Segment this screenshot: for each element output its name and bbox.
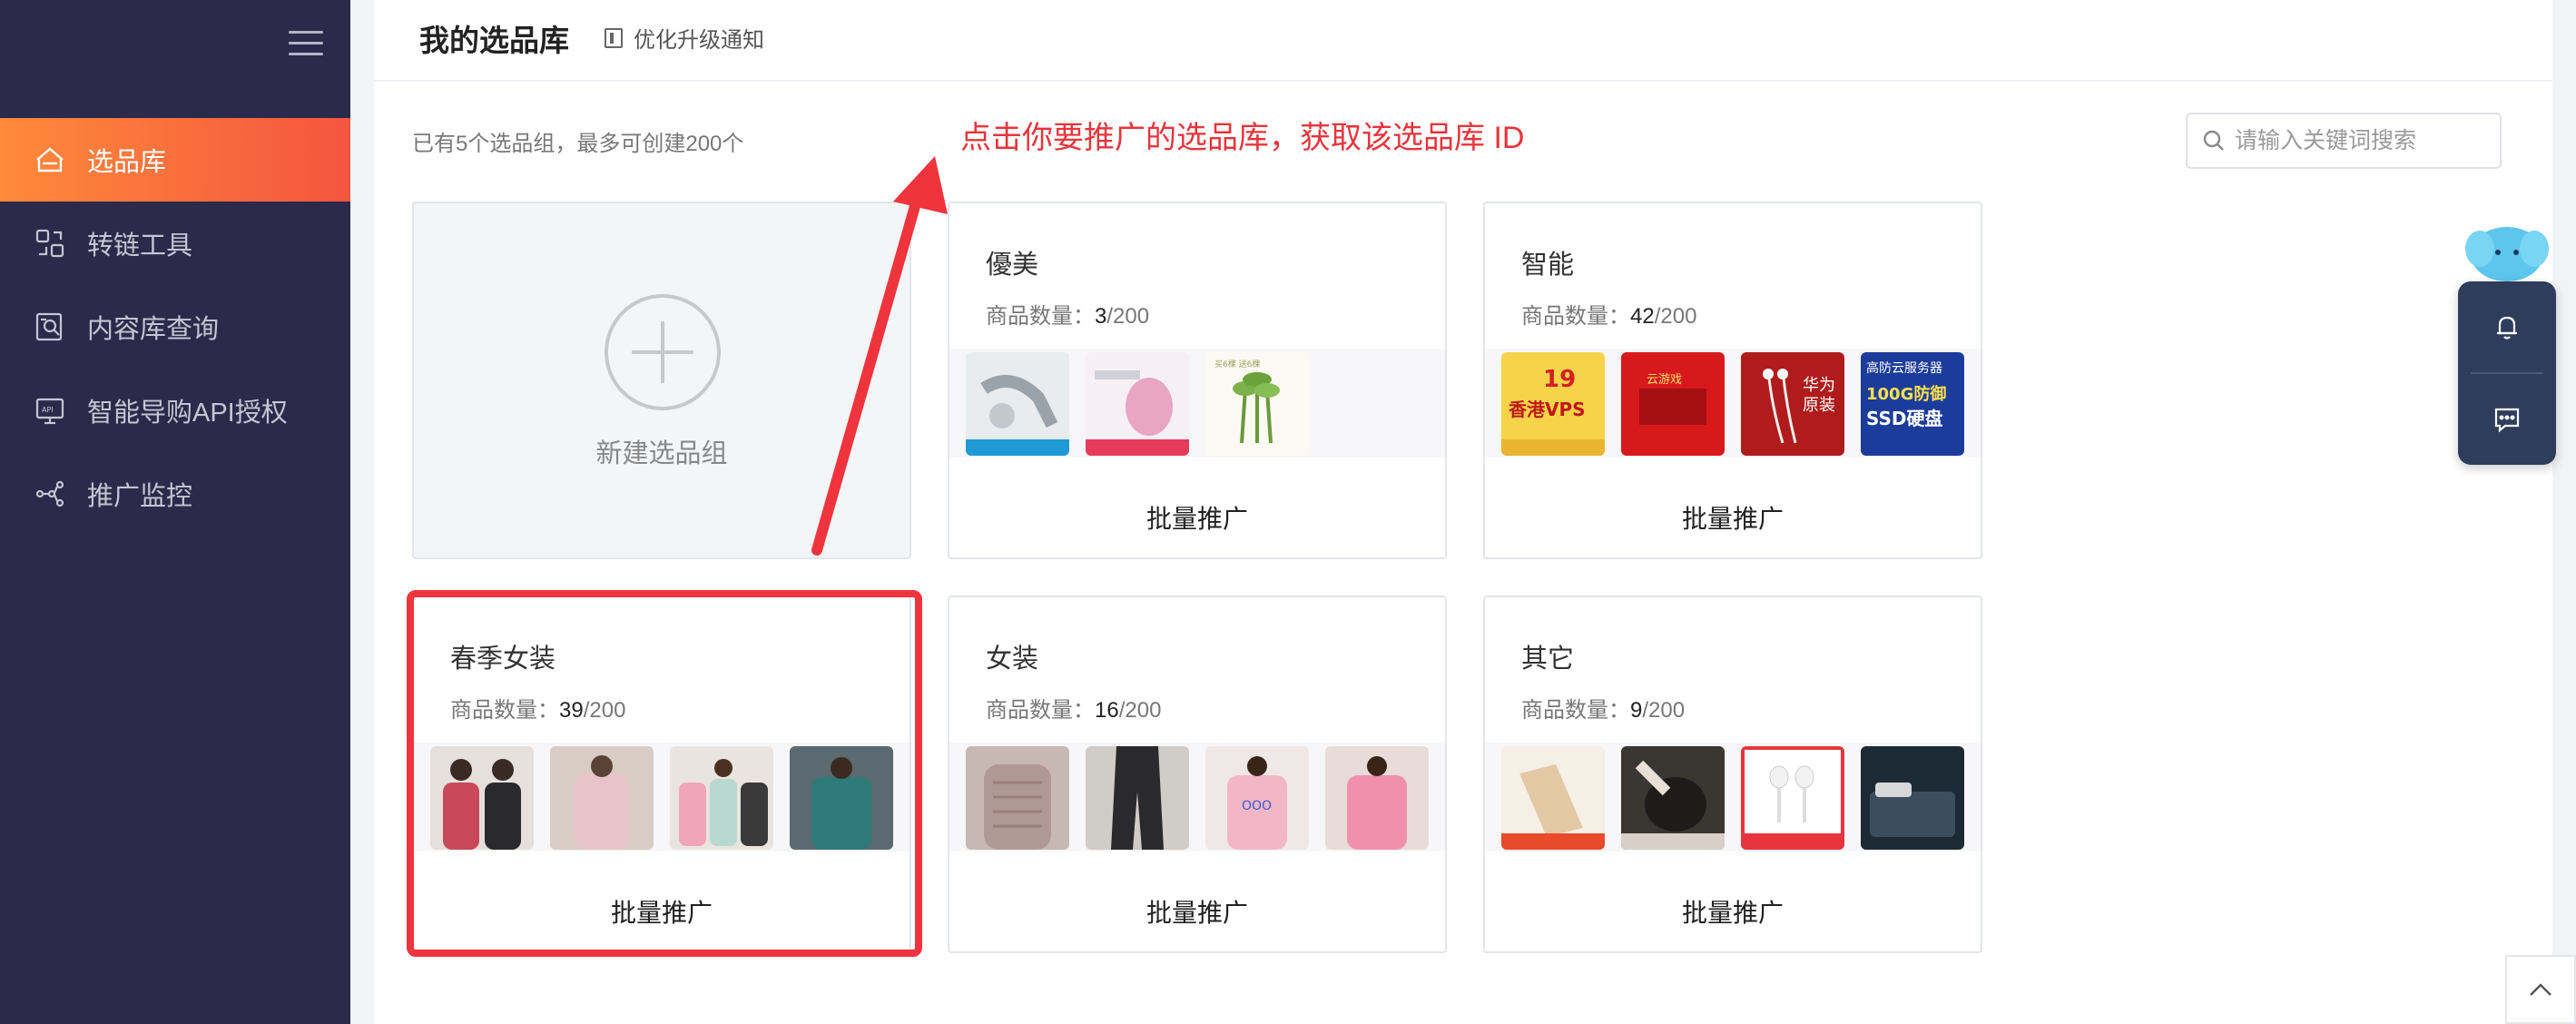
sidebar-item-label: 转链工具: [87, 231, 193, 261]
notification-button[interactable]: [2458, 281, 2556, 372]
sidebar-item-api[interactable]: API 智能导购API授权: [0, 369, 350, 452]
monitor-icon: [33, 477, 67, 511]
group-card-youmei[interactable]: 優美 商品数量：3/200 买6棵 送6棵 批量推广: [948, 202, 1447, 559]
chat-icon: [2494, 408, 2520, 433]
search-input[interactable]: [2235, 127, 2489, 154]
group-count: 商品数量：3/200: [986, 304, 1150, 329]
product-thumbnail[interactable]: [670, 746, 773, 850]
sidebar: 选品库 转链工具 内容库查询 API 智能导购API授权 推广监控: [0, 0, 350, 1024]
product-thumbnail[interactable]: 19 香港VPS: [1501, 352, 1605, 456]
group-name: 女装: [986, 645, 1039, 674]
product-thumbnail[interactable]: [1741, 746, 1844, 850]
sidebar-item-label: 选品库: [87, 148, 167, 177]
svg-text:OOO: OOO: [1242, 799, 1272, 813]
top-bar: 我的选品库 优化升级通知: [374, 0, 2552, 82]
batch-promote-button[interactable]: 批量推广: [414, 893, 909, 930]
svg-text:SSD硬盘: SSD硬盘: [1866, 408, 1943, 429]
svg-text:华为: 华为: [1803, 376, 1835, 395]
annotation-hint: 点击你要推广的选品库，获取该选品库 ID: [960, 121, 1525, 155]
batch-promote-button[interactable]: 批量推广: [949, 893, 1445, 930]
svg-text:云游戏: 云游戏: [1647, 373, 1682, 387]
group-count: 商品数量：39/200: [450, 698, 626, 723]
sidebar-item-label: 推广监控: [87, 482, 193, 511]
sidebar-item-label: 智能导购API授权: [87, 399, 288, 428]
group-name: 智能: [1521, 251, 1575, 280]
product-thumbnail[interactable]: 华为 原装: [1741, 352, 1844, 456]
svg-text:买6棵 送6棵: 买6棵 送6棵: [1214, 359, 1260, 369]
svg-text:API: API: [42, 406, 54, 414]
batch-promote-button[interactable]: 批量推广: [1485, 499, 1981, 536]
search-box[interactable]: [2186, 113, 2502, 169]
product-thumbnail[interactable]: 云游戏: [1621, 352, 1725, 456]
sidebar-item-label: 内容库查询: [87, 315, 220, 344]
product-thumbnail[interactable]: [966, 352, 1069, 456]
group-card-spring-women[interactable]: 春季女装 商品数量：39/200 批量推广: [412, 596, 911, 953]
sidebar-item-library[interactable]: 选品库: [0, 118, 350, 202]
plus-icon: [605, 294, 721, 410]
product-thumbnails: 买6棵 送6棵: [949, 349, 1445, 458]
product-thumbnail[interactable]: [1621, 746, 1725, 850]
product-thumbnail[interactable]: [1861, 746, 1964, 850]
product-thumbnail[interactable]: [1501, 746, 1605, 850]
product-thumbnail[interactable]: [430, 746, 534, 850]
product-thumbnails: 19 香港VPS 云游戏 华为 原装 高防云服务器 100G防御 SSD硬盘: [1485, 349, 1981, 458]
product-thumbnails: OOO: [949, 743, 1445, 852]
batch-promote-button[interactable]: 批量推广: [949, 499, 1445, 536]
api-icon: API: [33, 393, 67, 428]
sidebar-item-content-search[interactable]: 内容库查询: [0, 285, 350, 369]
menu-toggle-icon[interactable]: [289, 29, 323, 56]
search-icon: [2203, 130, 2224, 151]
group-name: 優美: [986, 251, 1039, 280]
group-name: 其它: [1521, 645, 1575, 674]
content-search-icon: [33, 310, 67, 344]
group-count: 商品数量：16/200: [986, 698, 1162, 723]
sidebar-item-link-tool[interactable]: 转链工具: [0, 202, 350, 285]
group-card-other[interactable]: 其它 商品数量：9/200 批量推广: [1483, 596, 1982, 953]
product-thumbnail[interactable]: 买6棵 送6棵: [1205, 352, 1309, 456]
document-icon: [605, 27, 623, 48]
new-group-card[interactable]: 新建选品组: [412, 202, 911, 559]
product-thumbnail[interactable]: [1325, 746, 1429, 850]
upgrade-notice-link[interactable]: 优化升级通知: [605, 22, 764, 54]
main-content: 我的选品库 优化升级通知 已有5个选品组，最多可创建200个 点击你要推广的选品…: [374, 0, 2552, 1024]
group-count: 商品数量：9/200: [1521, 698, 1686, 723]
group-count-text: 已有5个选品组，最多可创建200个: [412, 132, 744, 156]
group-count: 商品数量：42/200: [1521, 304, 1697, 329]
svg-text:原装: 原装: [1803, 396, 1835, 415]
chat-button[interactable]: [2458, 374, 2556, 465]
page-title: 我的选品库: [419, 24, 569, 57]
svg-text:100G防御: 100G防御: [1866, 384, 1946, 404]
bell-icon: [2497, 316, 2517, 340]
chevron-up-icon: [2530, 983, 2551, 996]
new-group-label: 新建选品组: [595, 439, 728, 468]
upgrade-notice-label: 优化升级通知: [634, 28, 764, 53]
product-thumbnail[interactable]: [1086, 352, 1189, 456]
product-thumbnails: [414, 743, 909, 852]
product-thumbnail[interactable]: [550, 746, 654, 850]
mascot-elephant-icon[interactable]: [2462, 216, 2552, 289]
library-icon: [33, 143, 67, 177]
product-thumbnail[interactable]: [966, 746, 1069, 850]
group-card-women[interactable]: 女装 商品数量：16/200 OOO 批量推广: [948, 596, 1447, 953]
link-tool-icon: [33, 226, 67, 261]
svg-text:19: 19: [1543, 366, 1576, 393]
product-thumbnail[interactable]: [1086, 746, 1189, 850]
svg-text:高防云服务器: 高防云服务器: [1866, 360, 1942, 376]
sidebar-item-monitor[interactable]: 推广监控: [0, 452, 350, 536]
batch-promote-button[interactable]: 批量推广: [1485, 893, 1981, 930]
back-to-top-button[interactable]: [2505, 955, 2576, 1024]
product-thumbnail[interactable]: 高防云服务器 100G防御 SSD硬盘: [1861, 352, 1964, 456]
group-card-zhineng[interactable]: 智能 商品数量：42/200 19 香港VPS 云游戏 华为 原装 高防云服务器 10…: [1483, 202, 1982, 559]
floating-toolbar: [2458, 281, 2556, 465]
product-thumbnails: [1485, 743, 1981, 852]
svg-text:香港VPS: 香港VPS: [1509, 399, 1586, 420]
group-name: 春季女装: [450, 645, 556, 674]
product-thumbnail[interactable]: [790, 746, 893, 850]
product-thumbnail[interactable]: OOO: [1205, 746, 1309, 850]
